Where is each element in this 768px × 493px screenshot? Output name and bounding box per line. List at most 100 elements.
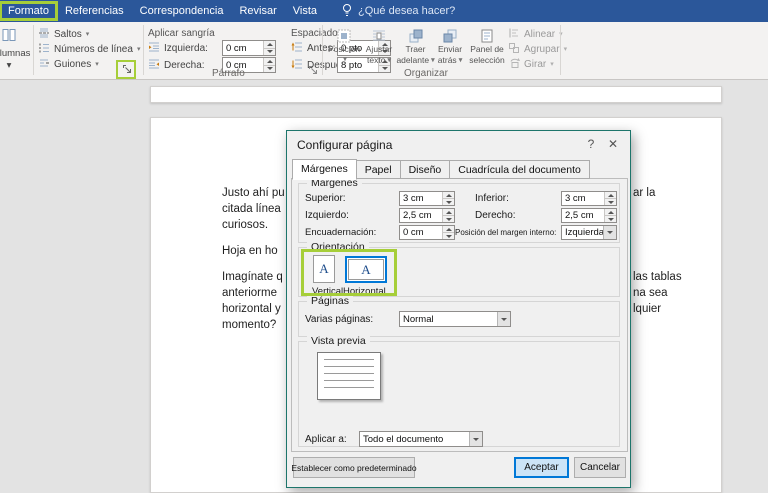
wrap-text-button[interactable]: Ajustar texto ▾	[361, 25, 397, 78]
chevron-down-icon: ▾	[550, 60, 554, 68]
rotate-button[interactable]: Girar ▾	[508, 57, 554, 71]
breaks-label: Saltos	[54, 28, 82, 40]
document-text-line: curiosos.	[222, 219, 269, 231]
ribbon-tab-formato[interactable]: Formato	[0, 1, 58, 21]
gutter-value[interactable]: 0 cm	[400, 226, 442, 239]
ok-button[interactable]: Aceptar	[514, 457, 569, 478]
preview-text-lines	[324, 359, 374, 393]
document-text-line: horizontal y	[222, 303, 281, 315]
margin-bottom-spinner[interactable]	[604, 192, 616, 205]
indent-left-value[interactable]: 0 cm	[223, 41, 263, 55]
margin-right-spinner[interactable]	[604, 209, 616, 222]
margin-left-spinner[interactable]	[442, 209, 454, 222]
ribbon: Columnas ▾ Saltos ▾ Números de línea ▾ G…	[0, 22, 768, 80]
portrait-tile[interactable]: A	[313, 255, 335, 283]
position-button[interactable]: Posición ▾	[328, 25, 360, 78]
multiple-pages-dropdown[interactable]: Normal	[399, 311, 511, 327]
ribbon-tab-correspondencia[interactable]: Correspondencia	[132, 2, 232, 20]
margin-right-value[interactable]: 2,5 cm	[562, 209, 604, 222]
columns-icon	[1, 27, 17, 46]
orientation-groupbox: Orientación A Vertical A Horizontal	[298, 241, 620, 297]
chevron-down-icon: ▾	[458, 56, 463, 64]
indent-right-label-row: Derecha:	[148, 58, 205, 72]
tab-diseno[interactable]: Diseño	[399, 160, 451, 179]
position-label: Posición	[327, 44, 361, 54]
gutter-position-dropdown[interactable]: Izquierda	[561, 225, 617, 240]
close-icon[interactable]: ✕	[604, 137, 622, 151]
margin-bottom-value[interactable]: 3 cm	[562, 192, 604, 205]
indent-left-spinner[interactable]	[263, 41, 275, 55]
dropdown-arrow-icon[interactable]	[497, 312, 510, 326]
breaks-button[interactable]: Saltos ▾	[38, 27, 89, 41]
cancel-button[interactable]: Cancelar	[574, 457, 626, 478]
group-divider	[33, 25, 34, 75]
margin-top-label: Superior:	[305, 193, 346, 204]
wrap-text-label-2: texto	[367, 54, 386, 65]
lightbulb-icon	[341, 3, 353, 20]
selection-pane-icon	[479, 28, 495, 44]
align-button[interactable]: Alinear ▾	[508, 27, 563, 41]
dialog-title: Configurar página	[297, 138, 393, 152]
preview-groupbox: Vista previa Aplicar a: Todo el document…	[298, 335, 620, 447]
margin-top-spinner[interactable]	[442, 192, 454, 205]
tab-papel[interactable]: Papel	[355, 160, 401, 179]
gutter-label: Encuadernación:	[305, 227, 377, 238]
dialog-titlebar: Configurar página ? ✕	[287, 131, 630, 158]
margin-left-label: Izquierdo:	[305, 210, 349, 221]
margin-bottom-label: Inferior:	[475, 193, 509, 204]
line-numbers-button[interactable]: Números de línea ▾	[38, 42, 140, 56]
gutter-spinner[interactable]	[442, 226, 454, 239]
margin-top-value[interactable]: 3 cm	[400, 192, 442, 205]
wrap-text-label: Ajustar	[365, 44, 393, 54]
paragraph-group-label: Párrafo	[212, 68, 245, 79]
ribbon-tab-referencias[interactable]: Referencias	[57, 2, 132, 20]
tab-cuadricula[interactable]: Cuadrícula del documento	[449, 160, 590, 179]
group-objects-button[interactable]: Agrupar ▾	[508, 42, 567, 56]
pages-groupbox: Páginas Varias páginas: Normal	[298, 295, 620, 337]
tell-me-box[interactable]: ¿Qué desea hacer?	[341, 3, 455, 20]
page-setup-dialog: Configurar página ? ✕ Márgenes Papel Dis…	[286, 130, 631, 488]
chevron-down-icon: ▾	[136, 45, 141, 53]
selection-pane-label-2: selección	[469, 54, 505, 65]
hyphenation-button[interactable]: Guiones ▾	[38, 57, 99, 71]
gutter-field[interactable]: 0 cm	[399, 225, 455, 240]
selection-pane-button[interactable]: Panel de selección	[467, 25, 507, 78]
chevron-down-icon: ▾	[387, 56, 391, 64]
margin-top-field[interactable]: 3 cm	[399, 191, 455, 206]
chevron-down-icon: ▾	[343, 55, 347, 63]
document-text-line: ar la	[633, 187, 656, 199]
margin-right-field[interactable]: 2,5 cm	[561, 208, 617, 223]
indent-right-spinner[interactable]	[263, 58, 275, 72]
portrait-letter: A	[319, 261, 329, 276]
page-setup-dialog-launcher[interactable]	[121, 63, 134, 76]
margin-left-field[interactable]: 2,5 cm	[399, 208, 455, 223]
chevron-down-icon: ▾	[563, 45, 568, 53]
ribbon-tab-revisar[interactable]: Revisar	[231, 2, 284, 20]
apply-to-label: Aplicar a:	[305, 434, 347, 445]
margin-left-value[interactable]: 2,5 cm	[400, 209, 442, 222]
rotate-label: Girar	[524, 58, 547, 70]
columns-button[interactable]: Columnas ▾	[0, 24, 32, 78]
apply-to-dropdown[interactable]: Todo el documento	[359, 431, 483, 447]
document-text-line: momento?	[222, 319, 277, 331]
align-label: Alinear	[524, 28, 556, 40]
indent-left-field[interactable]: 0 cm	[222, 40, 276, 56]
tell-me-label: ¿Qué desea hacer?	[358, 5, 456, 17]
ribbon-tab-vista[interactable]: Vista	[285, 2, 325, 20]
tab-margenes[interactable]: Márgenes	[292, 159, 357, 180]
margin-bottom-field[interactable]: 3 cm	[561, 191, 617, 206]
selection-pane-label: Panel de	[470, 44, 504, 54]
dropdown-arrow-icon[interactable]	[603, 226, 616, 239]
indent-right-icon	[148, 58, 160, 73]
set-as-default-button[interactable]: Establecer como predeterminado	[291, 457, 417, 478]
help-button[interactable]: ?	[582, 137, 600, 151]
paragraph-dialog-launcher[interactable]	[307, 64, 320, 77]
group-objects-icon	[508, 42, 520, 57]
landscape-tile-selected[interactable]: A	[345, 256, 387, 283]
send-backward-label-2: atrás	[437, 54, 457, 65]
dropdown-arrow-icon[interactable]	[469, 432, 482, 446]
landscape-tile: A	[348, 259, 384, 280]
hyphenation-icon	[38, 57, 50, 72]
rotate-objects-icon	[508, 57, 520, 72]
bring-forward-label: Traer	[405, 44, 426, 54]
